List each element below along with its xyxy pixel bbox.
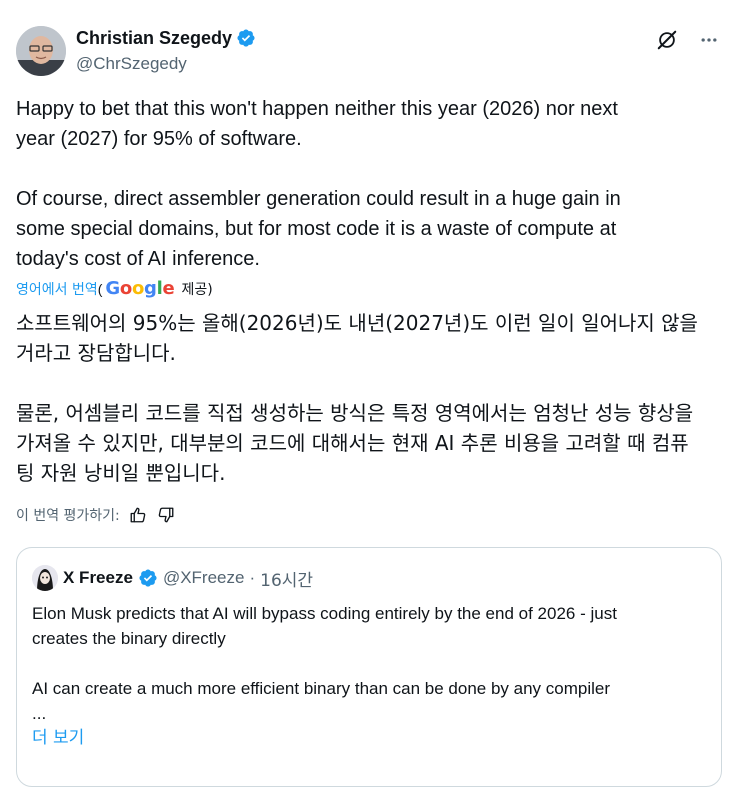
grok-icon[interactable] <box>655 28 679 52</box>
author-avatar[interactable] <box>16 26 66 76</box>
dot-separator: · <box>249 568 256 587</box>
show-more-link[interactable]: 더 보기 <box>32 723 84 748</box>
quoted-timestamp[interactable]: 16시간 <box>260 566 313 591</box>
quoted-author-name[interactable]: X Freeze <box>63 568 133 588</box>
quoted-author-avatar[interactable] <box>32 565 58 591</box>
more-icon[interactable] <box>697 28 721 52</box>
translated-text: 소프트웨어의 95%는 올해(2026년)도 내년(2027년)도 이런 일이 … <box>16 311 698 485</box>
quoted-tweet-header: X Freeze @XFreeze · 16시간 <box>32 565 313 591</box>
paren-open: ( <box>97 280 103 297</box>
author-block: Christian Szegedy @ChrSzegedy <box>76 27 256 75</box>
rate-translation-label: 이 번역 평가하기: <box>16 508 120 524</box>
tweet-top-actions <box>655 28 721 52</box>
google-logo: Google <box>105 278 175 299</box>
quoted-tweet-card[interactable]: X Freeze @XFreeze · 16시간 Elon Musk predi… <box>16 547 722 787</box>
tweet-text: Happy to bet that this won't happen neit… <box>16 98 621 270</box>
quoted-verified-badge-icon <box>138 568 158 588</box>
thumbs-up-icon[interactable] <box>128 505 148 525</box>
translated-from-label[interactable]: 영어에서 번역 <box>16 279 98 299</box>
translation-attribution: 영어에서 번역 ( Google 제공) <box>16 278 213 299</box>
rate-translation-row: 이 번역 평가하기: <box>16 505 176 525</box>
thumbs-down-icon[interactable] <box>156 505 176 525</box>
author-name[interactable]: Christian Szegedy <box>76 27 232 49</box>
author-handle[interactable]: @ChrSzegedy <box>76 53 256 75</box>
verified-badge-icon <box>236 28 256 48</box>
quoted-author-handle[interactable]: @XFreeze <box>163 568 245 588</box>
provided-label: 제공) <box>181 281 213 298</box>
quoted-tweet-text: Elon Musk predicts that AI will bypass c… <box>32 604 617 723</box>
